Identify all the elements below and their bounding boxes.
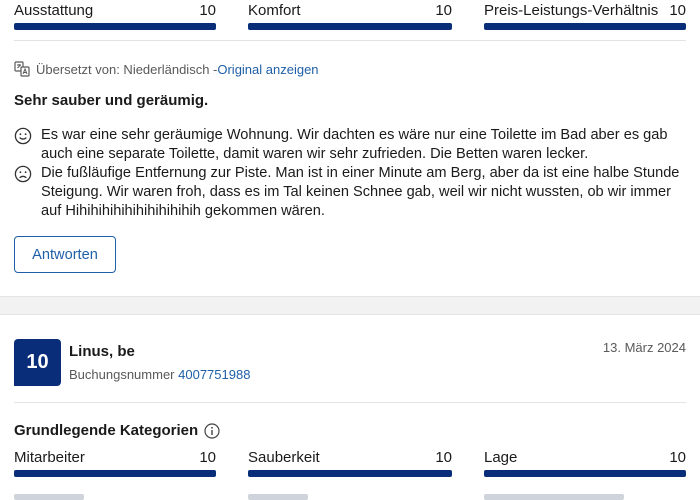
smiley-sad-icon <box>14 165 32 183</box>
score-value: 10 <box>435 449 452 466</box>
reply-button[interactable]: Antworten <box>14 236 116 273</box>
divider <box>14 40 686 41</box>
score-bar-fill <box>484 470 686 477</box>
review-score-badge: 10 <box>14 339 61 386</box>
score-bar <box>14 23 216 30</box>
score-value: 10 <box>199 2 216 19</box>
review-date: 13. März 2024 <box>602 340 686 355</box>
score-bar-fill <box>248 23 452 30</box>
score-value: 10 <box>669 449 686 466</box>
cutoff-text <box>248 494 308 500</box>
score-preis-leistung: Preis-Leistungs-Verhältnis 10 <box>484 2 686 30</box>
translation-label: Übersetzt von: Niederländisch - <box>36 61 218 77</box>
divider <box>14 402 686 403</box>
review-positive: Es war eine sehr geräumige Wohnung. Wir … <box>14 126 694 164</box>
next-score-row-cutoff <box>0 492 700 500</box>
score-sauberkeit: Sauberkeit 10 <box>248 449 452 477</box>
score-bar <box>14 470 216 477</box>
score-komfort: Komfort 10 <box>248 2 452 30</box>
booking-number[interactable]: 4007751988 <box>178 367 250 382</box>
score-bar <box>484 470 686 477</box>
booking-label: Buchungsnummer <box>69 367 179 382</box>
show-original-link[interactable]: Original anzeigen <box>217 62 318 77</box>
score-lage: Lage 10 <box>484 449 686 477</box>
review-positive-text: Es war eine sehr geräumige Wohnung. Wir … <box>41 127 668 162</box>
categories-title: Grundlegende Kategorien <box>14 422 220 439</box>
review-title: Sehr sauber und geräumig. <box>14 92 209 109</box>
score-ausstattung: Ausstattung 10 <box>14 2 216 30</box>
cutoff-text <box>484 494 624 500</box>
cutoff-text <box>14 494 84 500</box>
info-icon[interactable] <box>204 422 220 439</box>
smiley-happy-icon <box>14 127 32 145</box>
score-label: Preis-Leistungs-Verhältnis <box>484 2 659 19</box>
score-label: Lage <box>484 449 518 466</box>
score-bar <box>248 23 452 30</box>
score-value: 10 <box>669 2 686 19</box>
score-bar-fill <box>14 23 216 30</box>
reviewer-name: Linus, be <box>69 343 135 360</box>
score-value: 10 <box>199 449 216 466</box>
score-label: Sauberkeit <box>248 449 320 466</box>
score-label: Mitarbeiter <box>14 449 85 466</box>
translation-notice: Übersetzt von: Niederländisch - Original… <box>14 61 319 77</box>
score-bar-fill <box>248 470 452 477</box>
score-bar <box>248 470 452 477</box>
booking-info: Buchungsnummer 4007751988 <box>69 367 250 382</box>
translate-icon <box>14 61 30 77</box>
score-bar-fill <box>484 23 686 30</box>
score-label: Ausstattung <box>14 2 94 19</box>
score-label: Komfort <box>248 2 301 19</box>
score-bar <box>484 23 686 30</box>
categories-title-label: Grundlegende Kategorien <box>14 422 199 439</box>
review-negative-text: Die fußläufige Entfernung zur Piste. Man… <box>41 165 680 219</box>
score-value: 10 <box>435 2 452 19</box>
score-mitarbeiter: Mitarbeiter 10 <box>14 449 216 477</box>
review-negative: Die fußläufige Entfernung zur Piste. Man… <box>14 164 694 221</box>
review-separator <box>0 296 700 315</box>
score-bar-fill <box>14 470 216 477</box>
